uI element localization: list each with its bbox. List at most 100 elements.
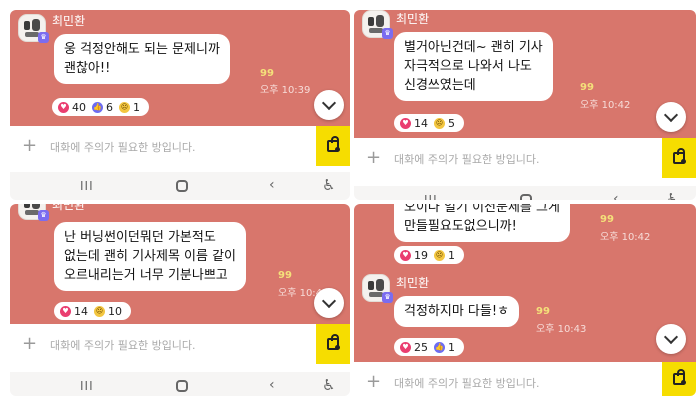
thumbs-up-icon: 👍 <box>434 341 445 353</box>
unread-count: 99 <box>278 270 292 281</box>
thumb-count: 6 <box>106 100 113 114</box>
heart-icon: ♥ <box>400 249 411 261</box>
sad-face-icon: ☹ <box>434 117 445 129</box>
heart-count: 14 <box>74 304 88 318</box>
sad-count: 5 <box>448 116 455 130</box>
shopping-bag-icon <box>327 136 340 152</box>
shopping-bag-button[interactable] <box>316 324 350 364</box>
plus-icon[interactable]: + <box>366 372 381 392</box>
message-line: 만들필요도없으니까! <box>404 219 517 234</box>
home-icon[interactable] <box>520 194 532 200</box>
back-icon[interactable]: ‹ <box>613 191 619 200</box>
heart-count: 25 <box>414 340 428 354</box>
message-line: 웅 걱정안해도 되는 문제니까 <box>64 42 220 57</box>
message-input-placeholder[interactable]: 대화에 주의가 필요한 방입니다. <box>394 151 540 167</box>
message-line: 괜찮아!! <box>64 61 111 76</box>
plus-icon[interactable]: + <box>22 136 37 156</box>
message-time: 오후 10:39 <box>260 85 311 96</box>
crown-icon: ♛ <box>38 210 49 221</box>
message-time: 오후 10:42 <box>580 100 631 111</box>
shopping-bag-icon <box>673 148 686 164</box>
heart-icon: ♥ <box>58 101 69 113</box>
heart-icon: ♥ <box>400 117 411 129</box>
scroll-down-button[interactable] <box>314 288 344 318</box>
chat-panel-3: ♛ 최민환 난 버닝썬이던뭐던 가본적도 없는데 괜히 기사제목 이름 같이 오… <box>10 204 350 396</box>
sad-face-icon: ☹ <box>94 305 105 317</box>
message-input-placeholder[interactable]: 대화에 주의가 필요한 방입니다. <box>50 337 196 353</box>
chat-area[interactable]: ♛ 최민환 난 버닝썬이던뭐던 가본적도 없는데 괜히 기사제목 이름 같이 오… <box>10 204 350 324</box>
chat-area[interactable]: ♛ 최민환 별거아닌건데~ 괜히 기사 자극적으로 나와서 나도 신경쓰였는데 … <box>354 10 696 138</box>
message-bubble[interactable]: 걱정하지마 다들!ㅎ <box>394 296 520 327</box>
sender-name: 최민환 <box>396 276 430 290</box>
plus-icon[interactable]: + <box>366 148 381 168</box>
message-bubble[interactable]: 별거아닌건데~ 괜히 기사 자극적으로 나와서 나도 신경쓰였는데 <box>394 32 553 101</box>
reaction-bar[interactable]: ♥ 14 ☹ 10 <box>54 302 131 320</box>
system-nav-bar: III ‹ ♿ <box>354 186 696 200</box>
chat-panel-1: ♛ 최민환 웅 걱정안해도 되는 문제니까 괜찮아!! 99 오후 10:39 … <box>10 10 350 200</box>
chat-panel-4: 오이다 일기 이전문제를 그게 만들필요도없으니까! 99 오후 10:42 ♥… <box>354 204 696 396</box>
sender-name: 최민환 <box>396 12 430 26</box>
home-icon[interactable] <box>176 180 188 192</box>
accessibility-icon[interactable]: ♿ <box>666 190 679 200</box>
sad-face-icon: ☹ <box>434 249 445 261</box>
previous-message-bubble[interactable]: 오이다 일기 이전문제를 그게 만들필요도없으니까! <box>394 204 570 242</box>
message-line: 없는데 괜히 기사제목 이름 같이 <box>64 249 237 264</box>
scroll-down-button[interactable] <box>314 90 344 120</box>
message-input-bar: + 대화에 주의가 필요한 방입니다. <box>354 138 696 178</box>
shopping-bag-button[interactable] <box>662 362 696 396</box>
thumbs-up-icon: 👍 <box>92 101 103 113</box>
plus-icon[interactable]: + <box>22 334 37 354</box>
reaction-bar[interactable]: ♥ 25 👍 1 <box>394 338 464 356</box>
chat-area[interactable]: 오이다 일기 이전문제를 그게 만들필요도없으니까! 99 오후 10:42 ♥… <box>354 204 696 362</box>
message-input-bar: + 대화에 주의가 필요한 방입니다. <box>10 324 350 364</box>
message-line: 걱정하지마 다들!ㅎ <box>404 304 510 319</box>
recent-apps-icon[interactable]: III <box>80 179 94 193</box>
message-bubble[interactable]: 웅 걱정안해도 되는 문제니까 괜찮아!! <box>54 34 230 84</box>
reaction-bar[interactable]: ♥ 40 👍 6 ☹ 1 <box>52 98 149 116</box>
scroll-down-button[interactable] <box>656 102 686 132</box>
message-bubble[interactable]: 난 버닝썬이던뭐던 가본적도 없는데 괜히 기사제목 이름 같이 오르내리는거 … <box>54 222 247 291</box>
heart-icon: ♥ <box>400 341 411 353</box>
message-input-bar: + 대화에 주의가 필요한 방입니다. <box>354 362 696 396</box>
message-line: 오이다 일기 이전문제를 그게 <box>404 204 560 215</box>
sad-count: 1 <box>133 100 140 114</box>
heart-icon: ♥ <box>60 305 71 317</box>
chat-area[interactable]: ♛ 최민환 웅 걱정안해도 되는 문제니까 괜찮아!! 99 오후 10:39 … <box>10 10 350 126</box>
shopping-bag-icon <box>673 369 686 385</box>
back-icon[interactable]: ‹ <box>269 377 275 393</box>
accessibility-icon[interactable]: ♿ <box>322 376 335 394</box>
crown-icon: ♛ <box>382 28 393 39</box>
chat-panel-2: ♛ 최민환 별거아닌건데~ 괜히 기사 자극적으로 나와서 나도 신경쓰였는데 … <box>354 10 696 200</box>
unread-count: 99 <box>260 68 274 79</box>
reaction-bar[interactable]: ♥ 19 ☹ 1 <box>394 246 464 264</box>
reaction-bar[interactable]: ♥ 14 ☹ 5 <box>394 114 464 132</box>
home-icon[interactable] <box>176 380 188 392</box>
message-input-bar: + 대화에 주의가 필요한 방입니다. <box>10 126 350 166</box>
recent-apps-icon[interactable]: III <box>80 379 94 393</box>
scroll-down-button[interactable] <box>656 324 686 354</box>
thumb-count: 1 <box>448 340 455 354</box>
heart-count: 40 <box>72 100 86 114</box>
sad-face-icon: ☹ <box>119 101 130 113</box>
back-icon[interactable]: ‹ <box>269 177 275 193</box>
heart-count: 19 <box>414 248 428 262</box>
shopping-bag-button[interactable] <box>316 126 350 166</box>
message-input-placeholder[interactable]: 대화에 주의가 필요한 방입니다. <box>50 139 196 155</box>
message-line: 자극적으로 나와서 나도 <box>404 59 532 74</box>
message-input-placeholder[interactable]: 대화에 주의가 필요한 방입니다. <box>394 375 540 391</box>
recent-apps-icon[interactable]: III <box>424 193 438 200</box>
shopping-bag-icon <box>327 334 340 350</box>
sad-count: 1 <box>448 248 455 262</box>
unread-count: 99 <box>600 214 614 225</box>
sender-name: 최민환 <box>52 204 86 212</box>
message-time: 오후 10:42 <box>600 232 651 243</box>
unread-count: 99 <box>580 82 594 93</box>
heart-count: 14 <box>414 116 428 130</box>
shopping-bag-button[interactable] <box>662 138 696 178</box>
message-line: 신경쓰였는데 <box>404 78 476 93</box>
crown-icon: ♛ <box>382 292 393 303</box>
accessibility-icon[interactable]: ♿ <box>322 176 335 194</box>
screenshot-collage: ♛ 최민환 웅 걱정안해도 되는 문제니까 괜찮아!! 99 오후 10:39 … <box>0 0 700 400</box>
message-line: 오르내리는거 너무 기분나쁘고 <box>64 268 228 283</box>
unread-count: 99 <box>536 306 550 317</box>
